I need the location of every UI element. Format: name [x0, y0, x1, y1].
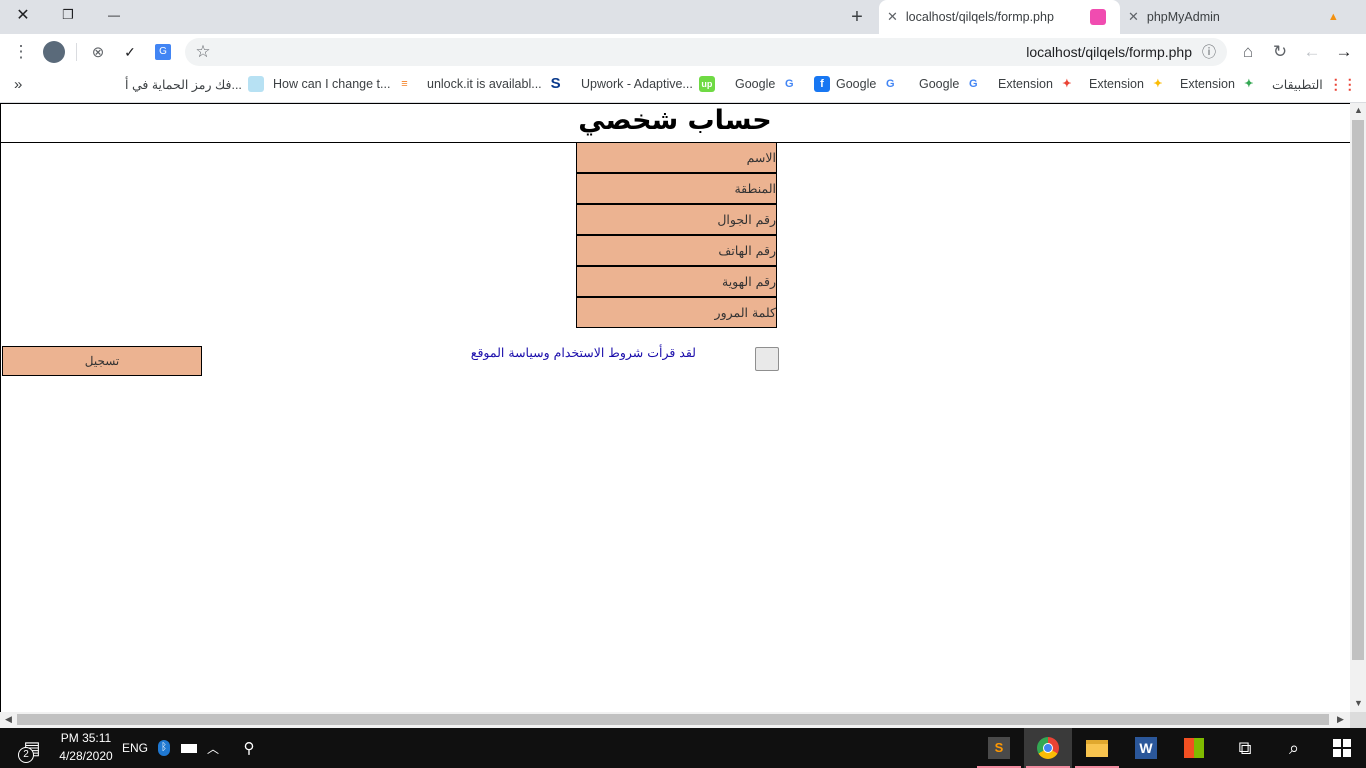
back-icon[interactable]: ←: [1296, 34, 1328, 70]
start-button[interactable]: [1318, 728, 1366, 768]
horizontal-scroll-thumb[interactable]: [17, 714, 1329, 725]
close-window-icon[interactable]: ✕: [0, 0, 46, 30]
bluetooth-icon[interactable]: ᛒ: [155, 728, 173, 768]
extension-icon: ✦: [1153, 78, 1163, 90]
bookmark-label: unlock.it is availabl...: [427, 77, 542, 91]
phpmyadmin-favicon-icon: ▲: [1327, 11, 1339, 23]
bookmark-label: Extension: [1089, 77, 1144, 91]
google-icon: G: [886, 78, 895, 90]
windows-logo-icon: [1333, 739, 1351, 757]
chrome-icon: [1037, 737, 1059, 759]
task-view-icon[interactable]: ⧉: [1221, 728, 1269, 768]
clock-time[interactable]: PM 35:11: [56, 731, 116, 745]
translate-extension-icon[interactable]: G: [147, 34, 179, 70]
home-icon[interactable]: ⌂: [1232, 34, 1264, 70]
region-input[interactable]: [576, 173, 777, 204]
toolbar-divider: [76, 43, 77, 61]
name-input[interactable]: [576, 142, 777, 173]
url-text[interactable]: localhost/qilqels/formp.php: [960, 34, 1192, 70]
site-info-icon[interactable]: ⓘ: [1193, 34, 1225, 70]
vertical-scroll-thumb[interactable]: [1352, 120, 1364, 660]
mobile-input[interactable]: [576, 204, 777, 235]
bookmark-label: Google: [735, 77, 776, 91]
bookmark-item[interactable]: How can I change t... ≡: [273, 70, 418, 98]
bookmark-label: فك رمز الحماية في أ...: [125, 77, 242, 92]
tab-title: phpMyAdmin: [1146, 10, 1220, 24]
bookmark-star-icon[interactable]: ☆: [187, 34, 219, 70]
reload-icon[interactable]: ↻: [1264, 34, 1296, 70]
page-title: حساب شخصي: [578, 105, 772, 136]
extension-icon: ✦: [1062, 78, 1072, 90]
scroll-left-icon[interactable]: ◀: [5, 714, 12, 725]
sublime-text-taskbar-button[interactable]: S: [975, 728, 1023, 768]
store-icon: [1184, 738, 1204, 758]
bookmark-item[interactable]: Extension ✦: [998, 70, 1081, 98]
bookmark-item[interactable]: Upwork - Adaptive... up: [581, 70, 721, 98]
bookmark-label: Upwork - Adaptive...: [581, 77, 693, 91]
word-taskbar-button[interactable]: W: [1122, 728, 1170, 768]
id-number-input[interactable]: [576, 266, 777, 297]
facebook-icon: f: [814, 76, 830, 92]
scroll-up-icon[interactable]: ▲: [1354, 105, 1363, 115]
minimize-window-icon[interactable]: —: [91, 0, 137, 30]
new-tab-button[interactable]: +: [844, 4, 870, 30]
bookmarks-overflow-button[interactable]: »: [14, 70, 22, 98]
tab-phpmyadmin[interactable]: ✕ phpMyAdmin ▲: [1120, 0, 1366, 34]
check-extension-icon[interactable]: ✓: [114, 34, 146, 70]
bookmark-label: Google: [919, 77, 960, 91]
terms-checkbox[interactable]: [755, 347, 779, 371]
bookmark-label: Extension: [1180, 77, 1235, 91]
close-tab-icon[interactable]: ✕: [887, 9, 898, 25]
word-icon: W: [1135, 737, 1157, 759]
scroll-corner: [1350, 712, 1366, 728]
notification-count-badge: 2: [18, 747, 34, 763]
password-input[interactable]: [576, 297, 777, 328]
scroll-down-icon[interactable]: ▼: [1354, 698, 1363, 708]
bookmark-item[interactable]: Extension ✦: [1089, 70, 1172, 98]
tab-title: localhost/qilqels/formp.php: [905, 10, 1054, 24]
chrome-taskbar-button[interactable]: [1024, 728, 1072, 768]
image-icon: [247, 76, 264, 92]
google-icon: G: [969, 78, 978, 90]
scroll-right-icon[interactable]: ▶: [1337, 714, 1344, 725]
bookmark-label: Google: [836, 77, 877, 91]
google-icon: G: [785, 78, 794, 90]
block-extension-icon[interactable]: ⊗: [82, 34, 114, 70]
show-hidden-icons-icon[interactable]: ︿: [203, 728, 223, 768]
bookmark-item[interactable]: unlock.it is availabl... S: [427, 70, 570, 98]
bookmark-item[interactable]: Google G: [919, 70, 987, 98]
bookmark-label: Extension: [998, 77, 1053, 91]
bookmark-label: التطبيقات: [1272, 77, 1323, 92]
close-tab-icon[interactable]: ✕: [1128, 9, 1139, 25]
terms-label[interactable]: لقد قرأت شروط الاستخدام وسياسة الموقع: [470, 345, 696, 360]
battery-icon[interactable]: [178, 728, 200, 768]
bookmark-item[interactable]: Google G: [735, 70, 803, 98]
restore-window-icon[interactable]: ❐: [45, 0, 91, 30]
people-icon[interactable]: ⚲: [238, 728, 260, 768]
clock-date[interactable]: 4/28/2020: [56, 749, 116, 763]
file-explorer-taskbar-button[interactable]: [1073, 728, 1121, 768]
profile-avatar[interactable]: [43, 41, 65, 63]
bookmark-item[interactable]: فك رمز الحماية في أ...: [125, 70, 270, 98]
bookmark-item-apps[interactable]: التطبيقات ⋮⋮: [1272, 70, 1357, 98]
apps-icon: ⋮⋮: [1328, 76, 1357, 92]
s-icon: S: [550, 75, 561, 92]
phone-input[interactable]: [576, 235, 777, 266]
bookmark-label: How can I change t...: [273, 77, 391, 91]
language-indicator[interactable]: ENG: [120, 728, 150, 768]
wamp-favicon-icon: [1089, 9, 1106, 25]
forward-icon[interactable]: →: [1328, 34, 1360, 70]
upwork-icon: up: [698, 76, 715, 92]
search-icon[interactable]: ⌕: [1270, 728, 1318, 768]
stackoverflow-icon: ≡: [401, 78, 408, 90]
sublime-icon: S: [988, 737, 1010, 759]
bookmark-item[interactable]: f Google G: [808, 70, 904, 98]
menu-icon[interactable]: ⋮: [5, 34, 37, 70]
extension-icon: ✦: [1244, 78, 1254, 90]
folder-icon: [1086, 739, 1108, 757]
tab-formp[interactable]: ✕ localhost/qilqels/formp.php: [879, 0, 1120, 34]
bookmark-item[interactable]: Extension ✦: [1180, 70, 1263, 98]
store-taskbar-button[interactable]: [1170, 728, 1218, 768]
register-button[interactable]: تسجيل: [2, 346, 202, 376]
